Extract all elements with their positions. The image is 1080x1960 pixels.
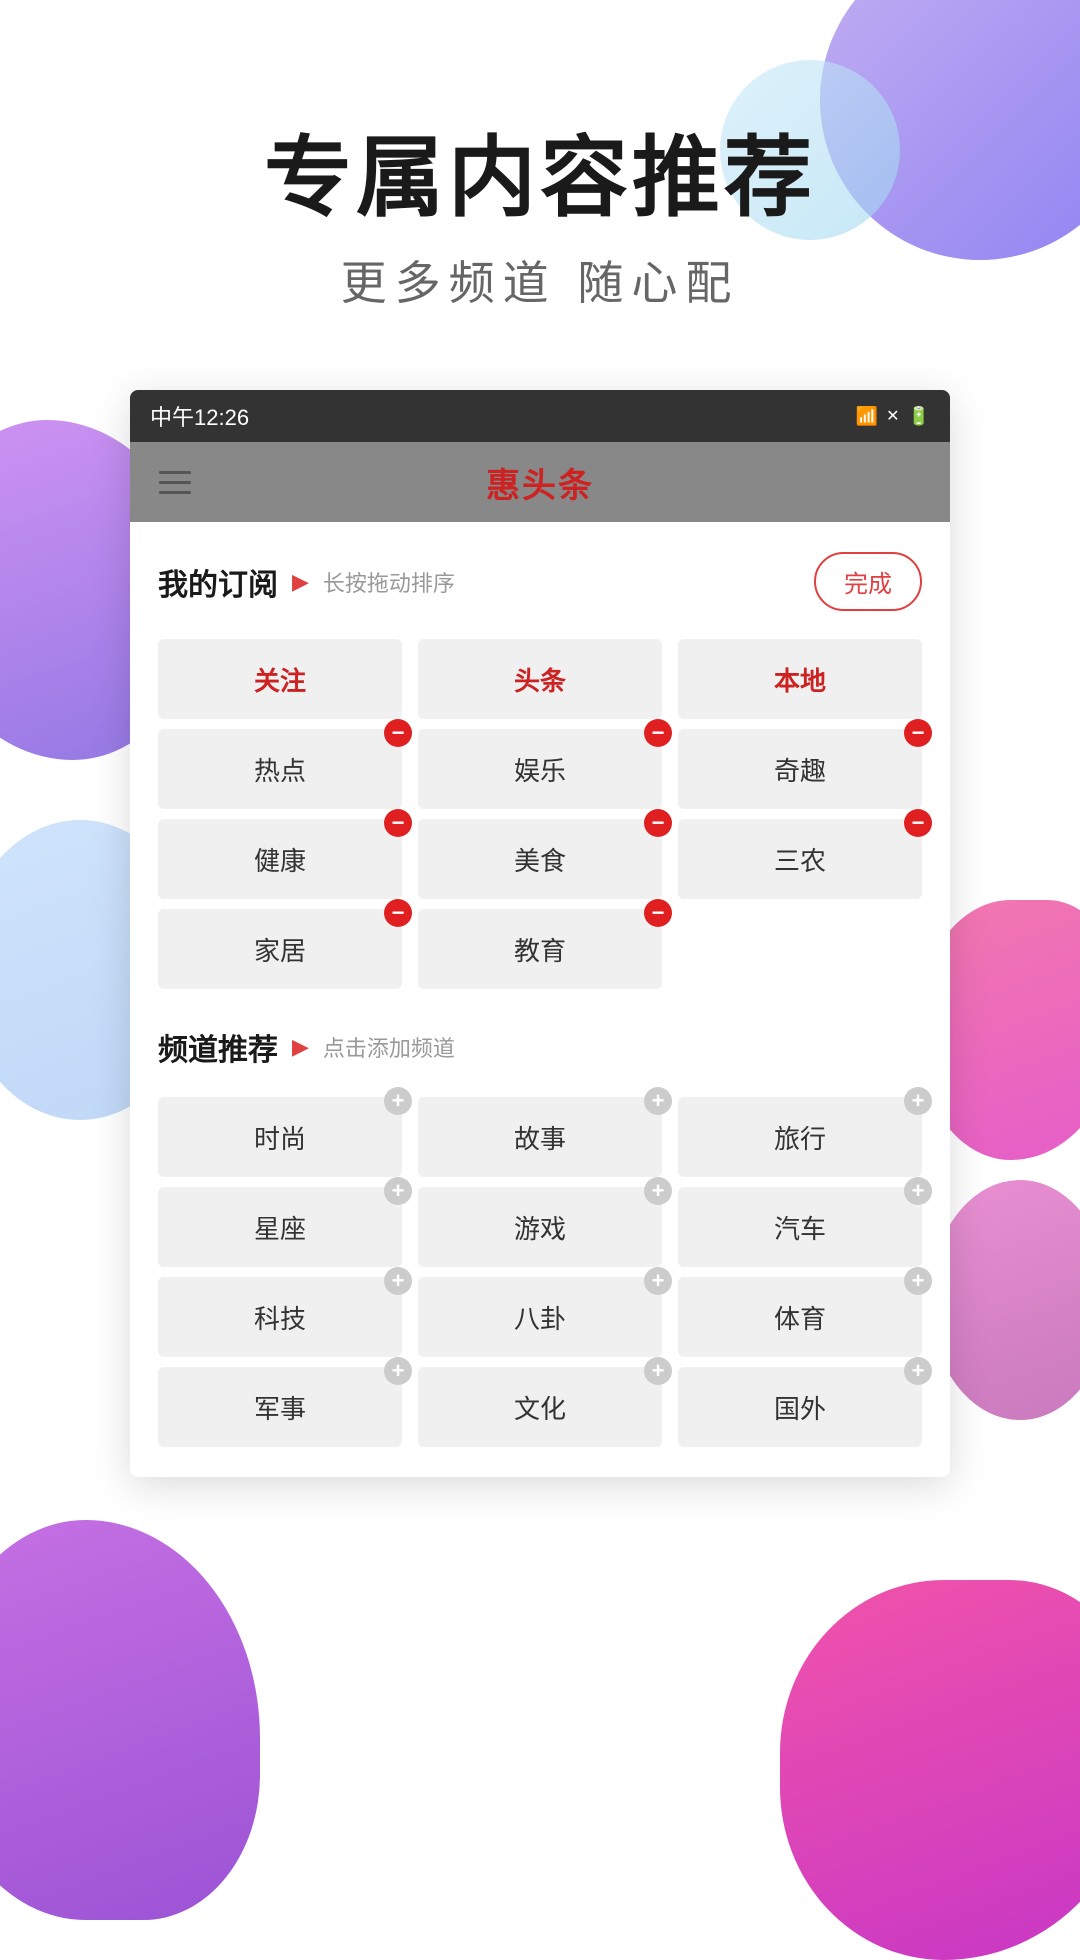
channel-item-meishi[interactable]: 美食 − <box>418 819 662 899</box>
phone-mockup: 中午12:26 📶 ✕ 🔋 惠头条 我的订阅 ▶ 长按拖动排序 完成 <box>130 390 950 1477</box>
channel-item-bagua[interactable]: 八卦 + <box>418 1277 662 1357</box>
recommend-row-2: 星座 + 游戏 + 汽车 + <box>158 1187 922 1267</box>
channel-item-bendi[interactable]: 本地 <box>678 639 922 719</box>
add-badge-gushi[interactable]: + <box>644 1087 672 1115</box>
menu-line-3 <box>159 491 191 494</box>
channel-item-shishang[interactable]: 时尚 + <box>158 1097 402 1177</box>
app-header: 惠头条 <box>130 442 950 522</box>
channel-item-youxi[interactable]: 游戏 + <box>418 1187 662 1267</box>
add-badge-junshi[interactable]: + <box>384 1357 412 1385</box>
menu-line-1 <box>159 471 191 474</box>
channel-item-guowai[interactable]: 国外 + <box>678 1367 922 1447</box>
channel-item-lüxing[interactable]: 旅行 + <box>678 1097 922 1177</box>
remove-badge-jiaoyu[interactable]: − <box>644 899 672 927</box>
done-button[interactable]: 完成 <box>814 552 922 611</box>
recommend-title: 频道推荐 <box>158 1025 278 1069</box>
status-icons: 📶 ✕ 🔋 <box>856 406 930 427</box>
status-time: 中午12:26 <box>150 400 249 432</box>
channel-item-wenhua[interactable]: 文化 + <box>418 1367 662 1447</box>
channel-item-yule[interactable]: 娱乐 − <box>418 729 662 809</box>
bg-blob-bottom-left <box>0 1520 260 1920</box>
add-badge-keji[interactable]: + <box>384 1267 412 1295</box>
menu-icon[interactable] <box>150 457 200 507</box>
subscription-hint: 长按拖动排序 <box>323 566 455 598</box>
add-badge-tiyu[interactable]: + <box>904 1267 932 1295</box>
recommend-header: 频道推荐 ▶ 点击添加频道 <box>158 1025 922 1069</box>
status-bar: 中午12:26 📶 ✕ 🔋 <box>130 390 950 442</box>
channel-item-qiche[interactable]: 汽车 + <box>678 1187 922 1267</box>
add-badge-youxi[interactable]: + <box>644 1177 672 1205</box>
subscription-row-2: 热点 − 娱乐 − 奇趣 − <box>158 729 922 809</box>
add-badge-guowai[interactable]: + <box>904 1357 932 1385</box>
channel-item-keji[interactable]: 科技 + <box>158 1277 402 1357</box>
channel-item-junshi[interactable]: 军事 + <box>158 1367 402 1447</box>
channel-item-gushi[interactable]: 故事 + <box>418 1097 662 1177</box>
add-badge-wenhua[interactable]: + <box>644 1357 672 1385</box>
menu-line-2 <box>159 481 191 484</box>
recommend-row-4: 军事 + 文化 + 国外 + <box>158 1367 922 1447</box>
recommend-arrow-icon: ▶ <box>292 1034 309 1060</box>
remove-badge-sannong[interactable]: − <box>904 809 932 837</box>
remove-badge-redian[interactable]: − <box>384 719 412 747</box>
channel-item-jiankang[interactable]: 健康 − <box>158 819 402 899</box>
my-subscriptions-header: 我的订阅 ▶ 长按拖动排序 完成 <box>158 552 922 611</box>
sub-title: 更多频道 随心配 <box>0 247 1080 313</box>
remove-badge-meishi[interactable]: − <box>644 809 672 837</box>
section-title-group: 我的订阅 ▶ 长按拖动排序 <box>158 560 455 604</box>
recommend-section: 频道推荐 ▶ 点击添加频道 时尚 + 故事 + 旅行 + <box>158 1025 922 1447</box>
subscription-row-4: 家居 − 教育 − <box>158 909 922 989</box>
remove-badge-jiaju[interactable]: − <box>384 899 412 927</box>
header-section: 专属内容推荐 更多频道 随心配 <box>0 130 1080 313</box>
add-badge-shishang[interactable]: + <box>384 1087 412 1115</box>
recommend-row-1: 时尚 + 故事 + 旅行 + <box>158 1097 922 1177</box>
bg-blob-bottom-right <box>780 1580 1080 1960</box>
signal-icon: ✕ <box>886 406 899 426</box>
battery-icon: 🔋 <box>908 406 930 427</box>
app-logo: 惠头条 <box>486 458 594 507</box>
remove-badge-yule[interactable]: − <box>644 719 672 747</box>
wifi-icon: 📶 <box>856 406 878 427</box>
recommend-hint: 点击添加频道 <box>323 1031 455 1063</box>
channel-item-xingzuo[interactable]: 星座 + <box>158 1187 402 1267</box>
channel-item-jiaju[interactable]: 家居 − <box>158 909 402 989</box>
subscription-row-3: 健康 − 美食 − 三农 − <box>158 819 922 899</box>
bg-blob-right-lower <box>930 1180 1080 1420</box>
content-area: 我的订阅 ▶ 长按拖动排序 完成 关注 头条 本地 热点 − <box>130 522 950 1477</box>
channel-item-redian[interactable]: 热点 − <box>158 729 402 809</box>
subscription-row-1: 关注 头条 本地 <box>158 639 922 719</box>
remove-badge-qiqu[interactable]: − <box>904 719 932 747</box>
section-arrow-icon: ▶ <box>292 569 309 595</box>
recommend-row-3: 科技 + 八卦 + 体育 + <box>158 1277 922 1357</box>
add-badge-xingzuo[interactable]: + <box>384 1177 412 1205</box>
add-badge-qiche[interactable]: + <box>904 1177 932 1205</box>
my-subscriptions-title: 我的订阅 <box>158 560 278 604</box>
channel-item-sannong[interactable]: 三农 − <box>678 819 922 899</box>
channel-item-qiqu[interactable]: 奇趣 − <box>678 729 922 809</box>
channel-item-tiyu[interactable]: 体育 + <box>678 1277 922 1357</box>
channel-item-toutiao[interactable]: 头条 <box>418 639 662 719</box>
add-badge-bagua[interactable]: + <box>644 1267 672 1295</box>
channel-item-jiaoyu[interactable]: 教育 − <box>418 909 662 989</box>
remove-badge-jiankang[interactable]: − <box>384 809 412 837</box>
add-badge-lüxing[interactable]: + <box>904 1087 932 1115</box>
channel-item-guanzhu[interactable]: 关注 <box>158 639 402 719</box>
main-title: 专属内容推荐 <box>0 130 1080 227</box>
